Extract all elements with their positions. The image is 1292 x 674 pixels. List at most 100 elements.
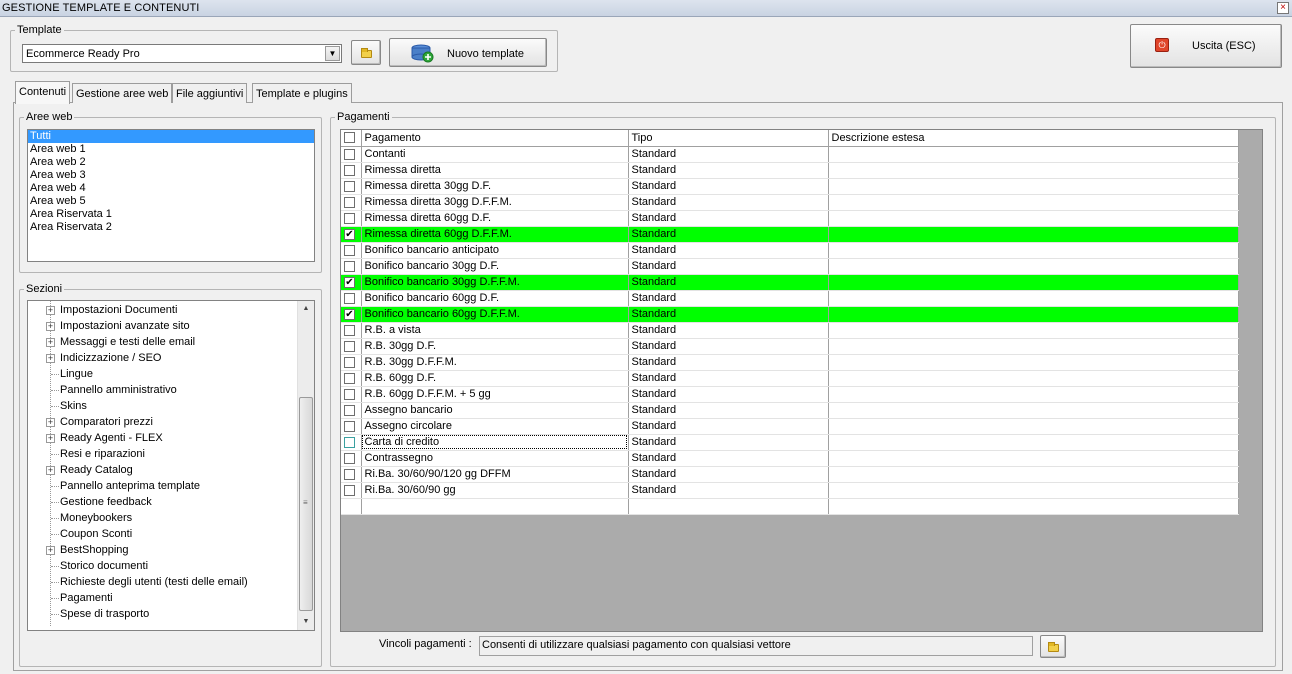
descrizione-cell[interactable]	[828, 322, 1239, 339]
pagamento-cell[interactable]: Rimessa diretta 30gg D.F.F.M.	[361, 194, 629, 211]
expand-icon[interactable]: +	[46, 338, 55, 347]
expand-icon[interactable]: +	[46, 466, 55, 475]
col-header-descrizione[interactable]: Descrizione estesa	[828, 130, 1239, 147]
scroll-up-icon[interactable]: ▲	[300, 303, 312, 315]
row-checkbox[interactable]	[344, 356, 355, 368]
grid-row[interactable]: Contanti Standard	[341, 146, 1239, 163]
tipo-cell[interactable]: Standard	[628, 354, 829, 371]
aree-web-item[interactable]: Tutti	[28, 130, 314, 143]
row-checkbox[interactable]	[344, 196, 355, 208]
row-checkbox-cell[interactable]	[341, 338, 362, 355]
row-checkbox-cell[interactable]	[341, 418, 362, 435]
row-checkbox[interactable]	[344, 452, 355, 464]
expand-icon[interactable]: +	[46, 354, 55, 363]
empty-cell[interactable]	[361, 498, 629, 515]
row-checkbox[interactable]	[344, 404, 355, 416]
descrizione-cell[interactable]	[828, 434, 1239, 451]
grid-row[interactable]: Rimessa diretta 60gg D.F. Standard	[341, 210, 1239, 227]
tipo-cell[interactable]: Standard	[628, 402, 829, 419]
expand-icon[interactable]: +	[46, 434, 55, 443]
grid-row[interactable]: Ri.Ba. 30/60/90 gg Standard	[341, 482, 1239, 499]
pagamento-cell[interactable]: Bonifico bancario anticipato	[361, 242, 629, 259]
pagamento-cell[interactable]: Bonifico bancario 60gg D.F.	[361, 290, 629, 307]
select-all-cell[interactable]	[341, 130, 362, 147]
descrizione-cell[interactable]	[828, 274, 1239, 291]
row-checkbox[interactable]	[344, 468, 355, 480]
row-checkbox-cell[interactable]	[341, 354, 362, 371]
row-checkbox-cell[interactable]	[341, 258, 362, 275]
row-checkbox-cell[interactable]: ✔	[341, 274, 362, 291]
aree-web-item[interactable]: Area Riservata 2	[28, 221, 314, 234]
scroll-down-icon[interactable]: ▼	[300, 616, 312, 628]
row-checkbox[interactable]	[344, 388, 355, 400]
tipo-cell[interactable]: Standard	[628, 306, 829, 323]
pagamento-cell[interactable]: Rimessa diretta 60gg D.F.	[361, 210, 629, 227]
grid-row[interactable]: Bonifico bancario anticipato Standard	[341, 242, 1239, 259]
grid-row[interactable]: Bonifico bancario 30gg D.F. Standard	[341, 258, 1239, 275]
row-checkbox-cell[interactable]	[341, 322, 362, 339]
tipo-cell[interactable]: Standard	[628, 482, 829, 499]
aree-web-item[interactable]: Area Riservata 1	[28, 208, 314, 221]
descrizione-cell[interactable]	[828, 418, 1239, 435]
tab-template-plugins[interactable]: Template e plugins	[252, 83, 352, 103]
pagamento-cell[interactable]: Assegno bancario	[361, 402, 629, 419]
descrizione-cell[interactable]	[828, 370, 1239, 387]
tipo-cell[interactable]: Standard	[628, 322, 829, 339]
pagamento-cell[interactable]: Rimessa diretta	[361, 162, 629, 179]
row-checkbox-cell[interactable]	[341, 290, 362, 307]
tipo-cell[interactable]: Standard	[628, 194, 829, 211]
descrizione-cell[interactable]	[828, 258, 1239, 275]
empty-cell[interactable]	[341, 498, 362, 515]
col-header-pagamento[interactable]: Pagamento	[361, 130, 629, 147]
tipo-cell[interactable]: Standard	[628, 466, 829, 483]
close-icon[interactable]: ×	[1277, 2, 1289, 14]
chevron-down-icon[interactable]: ▼	[325, 46, 340, 61]
aree-web-item[interactable]: Area web 1	[28, 143, 314, 156]
aree-web-item[interactable]: Area web 5	[28, 195, 314, 208]
empty-cell[interactable]	[828, 498, 1239, 515]
pagamento-cell[interactable]: Contrassegno	[361, 450, 629, 467]
row-checkbox[interactable]	[344, 436, 355, 448]
tipo-cell[interactable]: Standard	[628, 434, 829, 451]
expand-icon[interactable]: +	[46, 306, 55, 315]
tipo-cell[interactable]: Standard	[628, 450, 829, 467]
grid-row[interactable]: Rimessa diretta Standard	[341, 162, 1239, 179]
descrizione-cell[interactable]	[828, 194, 1239, 211]
tipo-cell[interactable]: Standard	[628, 338, 829, 355]
pagamento-cell[interactable]: Ri.Ba. 30/60/90/120 gg DFFM	[361, 466, 629, 483]
pagamento-cell[interactable]: R.B. a vista	[361, 322, 629, 339]
tipo-cell[interactable]: Standard	[628, 178, 829, 195]
tree-scrollbar[interactable]: ▲ ≡ ▼	[297, 301, 314, 630]
tipo-cell[interactable]: Standard	[628, 242, 829, 259]
descrizione-cell[interactable]	[828, 450, 1239, 467]
grid-row[interactable]: ✔ Bonifico bancario 30gg D.F.F.M. Standard	[341, 274, 1239, 291]
aree-web-item[interactable]: Area web 4	[28, 182, 314, 195]
grid-row[interactable]: R.B. 60gg D.F. Standard	[341, 370, 1239, 387]
descrizione-cell[interactable]	[828, 162, 1239, 179]
pagamento-cell[interactable]: R.B. 30gg D.F.F.M.	[361, 354, 629, 371]
descrizione-cell[interactable]	[828, 306, 1239, 323]
pagamento-cell[interactable]: Contanti	[361, 146, 629, 163]
row-checkbox-cell[interactable]	[341, 466, 362, 483]
pagamento-cell[interactable]: Ri.Ba. 30/60/90 gg	[361, 482, 629, 499]
pagamento-cell[interactable]: Carta di credito	[361, 434, 629, 451]
grid-row[interactable]: ✔ Bonifico bancario 60gg D.F.F.M. Standard	[341, 306, 1239, 323]
expand-icon[interactable]: +	[46, 322, 55, 331]
row-checkbox-cell[interactable]	[341, 402, 362, 419]
row-checkbox[interactable]	[344, 340, 355, 352]
row-checkbox[interactable]: ✔	[344, 228, 355, 240]
row-checkbox[interactable]	[344, 292, 355, 304]
exit-button[interactable]: ⏻ Uscita (ESC)	[1130, 24, 1282, 68]
descrizione-cell[interactable]	[828, 402, 1239, 419]
grid-row[interactable]: Contrassegno Standard	[341, 450, 1239, 467]
descrizione-cell[interactable]	[828, 290, 1239, 307]
vincoli-field[interactable]: Consenti di utilizzare qualsiasi pagamen…	[479, 636, 1033, 656]
tipo-cell[interactable]: Standard	[628, 370, 829, 387]
expand-icon[interactable]: +	[46, 546, 55, 555]
empty-cell[interactable]	[628, 498, 829, 515]
descrizione-cell[interactable]	[828, 146, 1239, 163]
open-template-button[interactable]	[351, 40, 381, 65]
select-all-checkbox[interactable]	[344, 132, 355, 144]
tipo-cell[interactable]: Standard	[628, 418, 829, 435]
row-checkbox[interactable]	[344, 212, 355, 224]
